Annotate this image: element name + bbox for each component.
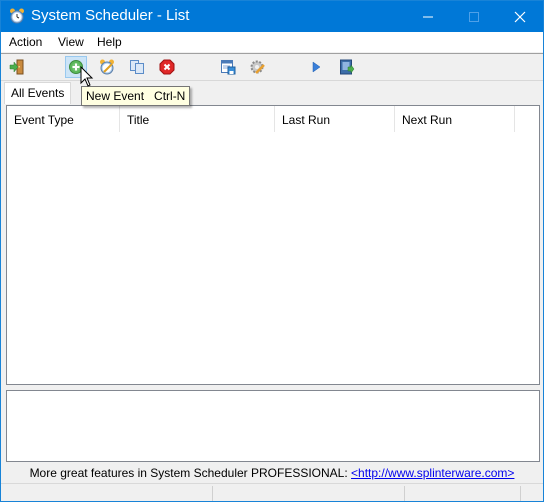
tooltip-new-event: New Event Ctrl-N	[81, 86, 191, 106]
status-bar	[1, 483, 543, 501]
maximize-button[interactable]	[451, 1, 497, 32]
event-detail-panel	[6, 390, 540, 462]
column-next-run[interactable]: Next Run	[395, 106, 515, 132]
column-title[interactable]: Title	[120, 106, 275, 132]
copy-event-button[interactable]	[126, 56, 148, 78]
edit-event-button[interactable]	[96, 56, 118, 78]
column-last-run[interactable]: Last Run	[275, 106, 395, 132]
exit-button[interactable]	[6, 56, 28, 78]
save-list-icon	[221, 60, 236, 75]
promo-bar: More great features in System Scheduler …	[1, 466, 543, 480]
title-bar[interactable]: System Scheduler - List	[1, 1, 543, 32]
maximize-icon	[469, 11, 479, 22]
run-icon	[312, 61, 321, 73]
list-header: Event Type Title Last Run Next Run	[7, 106, 539, 132]
run-button[interactable]	[305, 56, 327, 78]
save-list-button[interactable]	[217, 56, 239, 78]
menu-action[interactable]: Action	[9, 35, 42, 49]
export-icon	[340, 59, 355, 75]
close-icon	[514, 11, 526, 22]
minimize-button[interactable]	[405, 1, 451, 32]
minimize-icon	[423, 16, 433, 17]
status-pane-3	[405, 486, 521, 501]
status-pane-1	[1, 486, 213, 501]
window-title: System Scheduler - List	[31, 7, 190, 24]
copy-icon	[130, 60, 144, 74]
edit-event-icon	[100, 59, 114, 75]
settings-button[interactable]	[247, 56, 269, 78]
alarm-clock-icon	[9, 8, 25, 24]
promo-link[interactable]: <http://www.splinterware.com>	[351, 466, 514, 480]
export-button[interactable]	[336, 56, 358, 78]
promo-text: More great features in System Scheduler …	[29, 466, 352, 480]
close-button[interactable]	[497, 1, 543, 32]
mouse-cursor-icon	[80, 66, 94, 87]
tab-all-events[interactable]: All Events	[4, 82, 72, 104]
delete-icon	[159, 59, 175, 75]
menu-bar: Action View Help	[1, 32, 543, 52]
column-event-type[interactable]: Event Type	[7, 106, 120, 132]
menu-view[interactable]: View	[58, 35, 84, 49]
exit-door-icon	[9, 59, 24, 75]
settings-icon	[250, 60, 265, 74]
status-pane-2	[213, 486, 405, 501]
menu-help[interactable]: Help	[97, 35, 122, 49]
delete-event-button[interactable]	[156, 56, 178, 78]
events-list[interactable]: Event Type Title Last Run Next Run	[6, 105, 540, 385]
